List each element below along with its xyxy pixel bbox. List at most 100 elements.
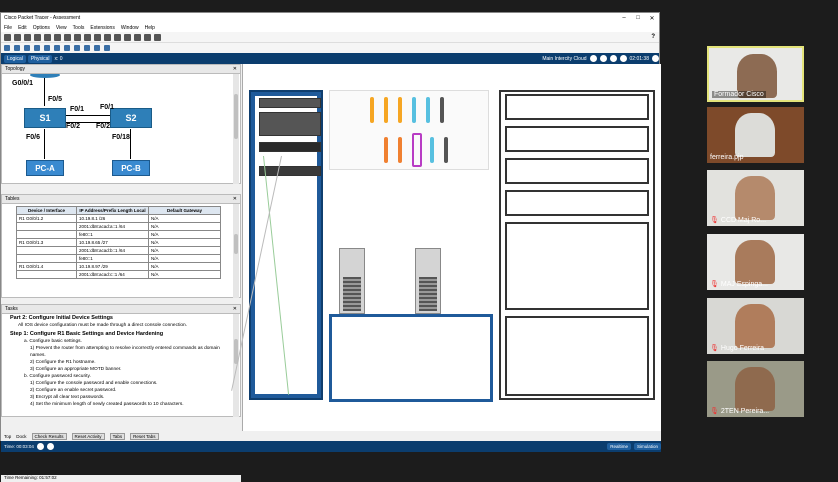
menu-file[interactable]: File [4, 25, 12, 31]
shelf-slot[interactable] [505, 316, 649, 396]
work-table[interactable] [329, 314, 493, 402]
print-icon[interactable] [34, 33, 41, 41]
redo-icon[interactable] [94, 33, 101, 41]
drawing-palette-icon[interactable] [134, 33, 141, 41]
network-info-icon[interactable] [54, 33, 61, 41]
video-tile[interactable]: Formador Cisco [707, 46, 804, 102]
shelf-slot[interactable] [505, 190, 649, 216]
video-tile[interactable]: ferreira.pjp [707, 107, 804, 163]
cable-item[interactable] [384, 97, 388, 123]
panel-close-icon[interactable]: ✕ [233, 196, 237, 202]
shelf-slot[interactable] [505, 158, 649, 184]
select-icon[interactable] [4, 45, 10, 51]
task-item: 2) Configure an enable secret password. [30, 388, 117, 393]
home-icon[interactable] [599, 55, 607, 62]
shelf-unit[interactable] [499, 90, 655, 400]
zoom-reset-icon[interactable] [114, 33, 121, 41]
close-button[interactable]: ✕ [645, 15, 659, 22]
topology-scroll-thumb[interactable] [234, 94, 238, 139]
rack-device-patch[interactable] [259, 112, 321, 136]
save-icon[interactable] [24, 33, 31, 41]
menu-options[interactable]: Options [33, 25, 50, 31]
table-cell: N/A [148, 230, 221, 239]
panel-close-icon[interactable]: ✕ [233, 66, 237, 72]
freeform-icon[interactable] [84, 45, 90, 51]
tab-logical[interactable]: Logical [4, 54, 26, 63]
top-toggle[interactable]: Top [4, 434, 11, 439]
cable-item[interactable] [412, 97, 416, 123]
custom-device-icon[interactable] [144, 33, 151, 41]
physical-workspace[interactable] [231, 64, 661, 431]
cable-item-selected[interactable] [412, 133, 422, 167]
video-tile[interactable]: 🎙 MAJ Espinga... [707, 234, 804, 290]
tables-scrollbar[interactable] [233, 204, 239, 298]
rack-device-router[interactable] [259, 98, 321, 108]
realtime-mode-button[interactable]: Realtime [607, 443, 631, 450]
copy-icon[interactable] [64, 33, 71, 41]
shelf-slot[interactable] [505, 94, 649, 120]
video-tile[interactable]: 🎙 CCD Maj Ro... [707, 170, 804, 226]
check-results-button[interactable]: Check Results [31, 432, 67, 440]
dock-toggle[interactable]: Dock [16, 434, 26, 439]
participant-video [735, 176, 775, 220]
shelf-slot[interactable] [505, 126, 649, 152]
cable-item[interactable] [398, 137, 402, 163]
reset-tabs-button[interactable]: Reset Tabs [130, 432, 159, 440]
minimize-button[interactable]: – [617, 15, 631, 21]
rack-device-switch-2[interactable] [259, 166, 321, 176]
ellipse-icon[interactable] [74, 45, 80, 51]
menu-extensions[interactable]: Extensions [90, 25, 114, 31]
cable-item[interactable] [426, 97, 430, 123]
rectangle-icon[interactable] [64, 45, 70, 51]
paste-icon[interactable] [74, 33, 81, 41]
tab-physical[interactable]: Physical [27, 54, 53, 63]
equipment-rack[interactable] [231, 90, 323, 400]
participant-name: MAJ Espinga... [720, 280, 768, 288]
menu-tools[interactable]: Tools [73, 25, 85, 31]
undo-icon[interactable] [84, 33, 91, 41]
panel-close-icon[interactable]: ✕ [233, 306, 237, 312]
rack-device-switch[interactable] [259, 142, 321, 152]
note-icon[interactable] [44, 45, 50, 51]
video-tile[interactable]: 🎙 Hugo Ferreira [707, 298, 804, 354]
cable-item[interactable] [384, 137, 388, 163]
zoom-out-icon[interactable] [124, 33, 131, 41]
navigation-icon[interactable] [619, 55, 627, 62]
menu-view[interactable]: View [56, 25, 67, 31]
cable-item[interactable] [398, 97, 402, 123]
inspect-icon[interactable] [14, 45, 20, 51]
video-tile[interactable]: 🎙 2TEN Pereira... [707, 361, 804, 417]
delete-icon[interactable] [24, 45, 30, 51]
maximize-button[interactable]: □ [631, 15, 645, 21]
zoom-in-icon[interactable] [104, 33, 111, 41]
tabs-dropdown[interactable]: Tabs [109, 432, 126, 440]
open-icon[interactable] [14, 33, 21, 41]
server-tower-2[interactable] [415, 248, 441, 314]
shelf-slot[interactable] [505, 222, 649, 310]
help-icon[interactable]: ? [651, 34, 655, 40]
sync-icon[interactable] [652, 55, 659, 62]
add-pdu-icon[interactable] [94, 45, 100, 51]
tables-scroll-thumb[interactable] [234, 234, 238, 254]
activity-wizard-icon[interactable] [44, 33, 51, 41]
menu-window[interactable]: Window [121, 25, 139, 31]
draw-line-icon[interactable] [54, 45, 60, 51]
new-icon[interactable] [4, 33, 11, 41]
reset-activity-button[interactable]: Reset Activity [71, 432, 105, 440]
cable-item[interactable] [370, 97, 374, 123]
play-icon[interactable] [36, 443, 44, 450]
fast-forward-icon[interactable] [46, 443, 54, 450]
cable-item[interactable] [440, 97, 444, 123]
back-icon[interactable] [589, 55, 597, 62]
complex-pdu-icon[interactable] [104, 45, 110, 51]
menu-edit[interactable]: Edit [18, 25, 27, 31]
grid-icon[interactable] [609, 55, 617, 62]
cable-item[interactable] [430, 137, 434, 163]
simulation-mode-button[interactable]: Simulation [633, 443, 661, 450]
server-tower-1[interactable] [339, 248, 365, 314]
resize-icon[interactable] [34, 45, 40, 51]
cable-item[interactable] [444, 137, 448, 163]
topology-scrollbar[interactable] [233, 74, 239, 184]
pdu-icon[interactable] [154, 33, 161, 41]
menu-help[interactable]: Help [145, 25, 155, 31]
